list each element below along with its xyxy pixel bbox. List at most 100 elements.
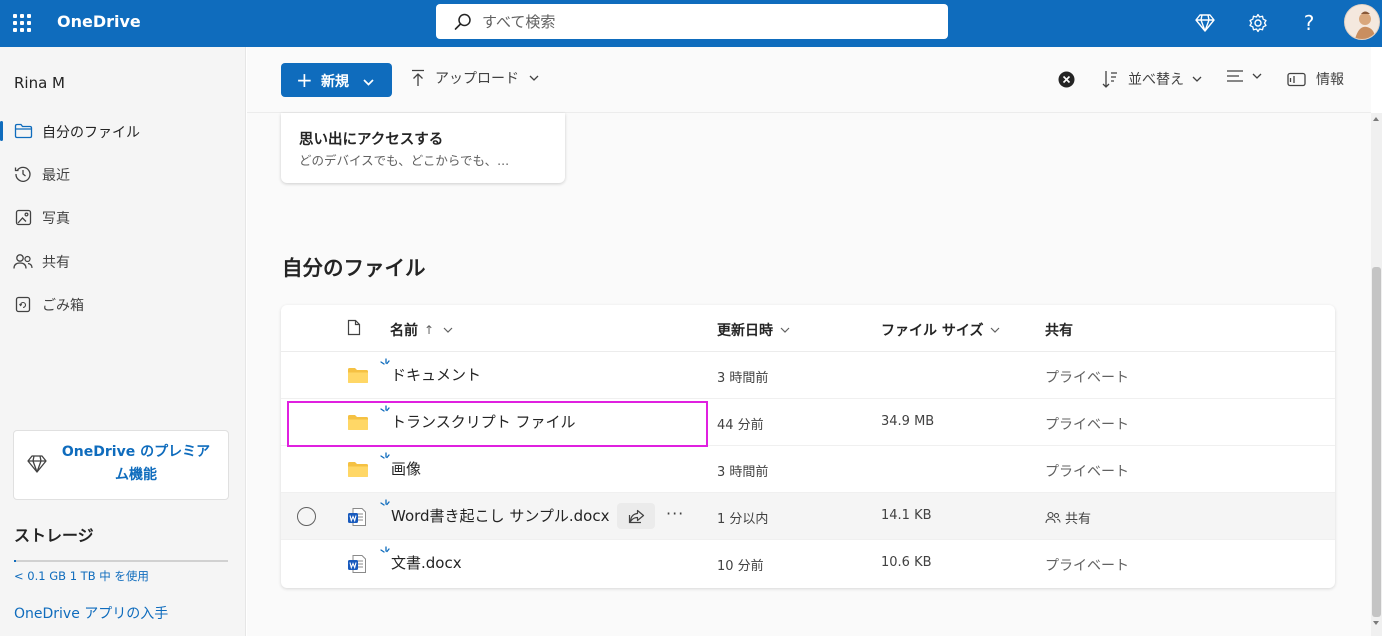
table-row[interactable]: ドキュメント 3 時間前 プライベート xyxy=(281,352,1335,399)
sidebar-item-shared[interactable]: 共有 xyxy=(0,242,246,280)
sidebar: Rina M 自分のファイル 最近 写真 共有 ごみ箱 OneDrive のプレ… xyxy=(0,47,246,636)
file-name[interactable]: 画像 xyxy=(391,458,421,479)
sync-status-icon xyxy=(379,546,391,562)
card-title: 思い出にアクセスする xyxy=(299,132,444,148)
sidebar-item-label: 最近 xyxy=(42,168,70,184)
plus-icon: + xyxy=(296,68,313,92)
card-subtitle: どのデバイスでも、どこからでも、... xyxy=(299,153,510,168)
scroll-down-arrow-icon[interactable] xyxy=(1373,621,1379,625)
new-button[interactable]: + 新規 xyxy=(281,63,392,97)
sharing-cell: 共有 xyxy=(1045,508,1091,527)
folder-icon xyxy=(347,367,369,388)
file-name[interactable]: 文書.docx xyxy=(391,552,462,573)
sidebar-item-photos[interactable]: 写真 xyxy=(0,198,246,236)
command-bar: + 新規 アップロード 並べ替え 情報 xyxy=(247,47,1371,113)
scrollbar-thumb[interactable] xyxy=(1372,267,1381,617)
column-header-name[interactable]: 名前 ↑ xyxy=(390,320,453,340)
diamond-icon[interactable] xyxy=(1193,11,1217,35)
chevron-down-icon xyxy=(363,74,374,90)
modified-cell: 3 時間前 xyxy=(717,465,769,480)
close-circle-icon xyxy=(1058,71,1075,88)
clear-button[interactable] xyxy=(1058,71,1075,88)
sidebar-item-label: 自分のファイル xyxy=(42,125,140,141)
app-title[interactable]: OneDrive xyxy=(57,12,141,31)
chevron-down-icon xyxy=(1192,76,1202,82)
file-type-icon[interactable] xyxy=(347,319,361,336)
column-header-sharing[interactable]: 共有 xyxy=(1045,320,1073,340)
upload-button[interactable]: アップロード xyxy=(411,68,539,88)
help-icon[interactable]: ? xyxy=(1297,11,1321,35)
column-header-size[interactable]: ファイル サイズ xyxy=(881,320,1000,340)
file-name[interactable]: Word書き起こし サンプル.docx xyxy=(391,505,609,526)
premium-label: OneDrive のプレミアム機能 xyxy=(61,444,211,483)
people-icon xyxy=(1045,511,1061,524)
get-app-link[interactable]: OneDrive アプリの入手 xyxy=(14,603,168,623)
file-list-header: 名前 ↑ 更新日時 ファイル サイズ 共有 xyxy=(281,305,1335,352)
word-document-icon xyxy=(347,554,367,578)
row-select-radio[interactable] xyxy=(297,507,316,526)
info-label: 情報 xyxy=(1316,72,1344,88)
sharing-cell: プライベート xyxy=(1045,558,1129,574)
sort-button[interactable]: 並べ替え xyxy=(1102,69,1202,89)
sort-label: 並べ替え xyxy=(1128,72,1184,88)
sharing-cell: プライベート xyxy=(1045,464,1129,480)
sidebar-item-my-files[interactable]: 自分のファイル xyxy=(0,112,246,150)
column-header-name-label: 名前 xyxy=(390,323,418,339)
storage-usage-link[interactable]: < 0.1 GB 1 TB 中 を使用 xyxy=(14,568,149,584)
view-options-button[interactable] xyxy=(1226,69,1262,83)
table-row[interactable]: Word書き起こし サンプル.docx ··· 1 分以内 14.1 KB 共有 xyxy=(281,493,1335,540)
main-content: 思い出にアクセスする どのデバイスでも、どこからでも、... 自分のファイル 名… xyxy=(247,113,1371,636)
column-header-size-label: ファイル サイズ xyxy=(881,323,984,339)
chevron-down-icon xyxy=(1252,73,1262,79)
info-pane-icon xyxy=(1287,72,1306,86)
people-icon xyxy=(13,252,33,270)
top-bar: OneDrive ? xyxy=(0,0,1382,47)
active-indicator xyxy=(0,121,3,141)
gear-icon[interactable] xyxy=(1246,11,1270,35)
share-button[interactable] xyxy=(617,503,655,529)
sort-icon xyxy=(1102,71,1117,88)
more-options-button[interactable]: ··· xyxy=(666,504,684,523)
table-row[interactable]: 文書.docx 10 分前 10.6 KB プライベート xyxy=(281,540,1335,587)
share-icon xyxy=(628,509,644,523)
storage-title: ストレージ xyxy=(14,526,94,545)
user-name: Rina M xyxy=(14,74,65,92)
sidebar-item-recycle-bin[interactable]: ごみ箱 xyxy=(0,285,246,323)
avatar[interactable] xyxy=(1344,4,1380,40)
folder-icon xyxy=(13,122,33,140)
memories-card[interactable]: 思い出にアクセスする どのデバイスでも、どこからでも、... xyxy=(281,113,565,183)
chevron-down-icon xyxy=(443,327,453,333)
new-button-label: 新規 xyxy=(321,74,349,90)
storage-bar-fill xyxy=(14,560,17,562)
table-row[interactable]: 画像 3 時間前 プライベート xyxy=(281,446,1335,493)
column-header-modified[interactable]: 更新日時 xyxy=(717,320,790,340)
modified-cell: 44 分前 xyxy=(717,418,764,433)
chevron-down-icon xyxy=(991,327,1000,333)
premium-features-button[interactable]: OneDrive のプレミアム機能 xyxy=(13,430,229,500)
file-name[interactable]: ドキュメント xyxy=(391,364,481,385)
search-input[interactable] xyxy=(482,12,902,31)
scrollbar[interactable] xyxy=(1371,113,1382,636)
sharing-cell: プライベート xyxy=(1045,370,1129,386)
sync-status-icon xyxy=(379,452,391,468)
upload-label: アップロード xyxy=(435,71,519,87)
size-cell: 34.9 MB xyxy=(881,414,935,429)
scroll-up-arrow-icon[interactable] xyxy=(1373,117,1379,121)
upload-icon xyxy=(412,69,424,86)
sidebar-item-label: 写真 xyxy=(42,211,70,227)
history-icon xyxy=(13,165,33,183)
sidebar-item-recent[interactable]: 最近 xyxy=(0,155,246,193)
app-launcher-icon[interactable] xyxy=(11,12,33,34)
recycle-bin-icon xyxy=(13,295,33,313)
sidebar-item-label: ごみ箱 xyxy=(42,298,84,314)
highlight-box xyxy=(287,401,708,447)
search-box[interactable] xyxy=(436,4,948,39)
modified-cell: 3 時間前 xyxy=(717,371,769,386)
sharing-label: 共有 xyxy=(1065,512,1092,527)
sync-status-icon xyxy=(379,499,391,515)
section-title: 自分のファイル xyxy=(282,256,426,280)
info-button[interactable]: 情報 xyxy=(1287,69,1344,89)
storage-bar xyxy=(14,560,228,562)
sharing-cell: プライベート xyxy=(1045,417,1129,433)
size-cell: 10.6 KB xyxy=(881,555,932,570)
